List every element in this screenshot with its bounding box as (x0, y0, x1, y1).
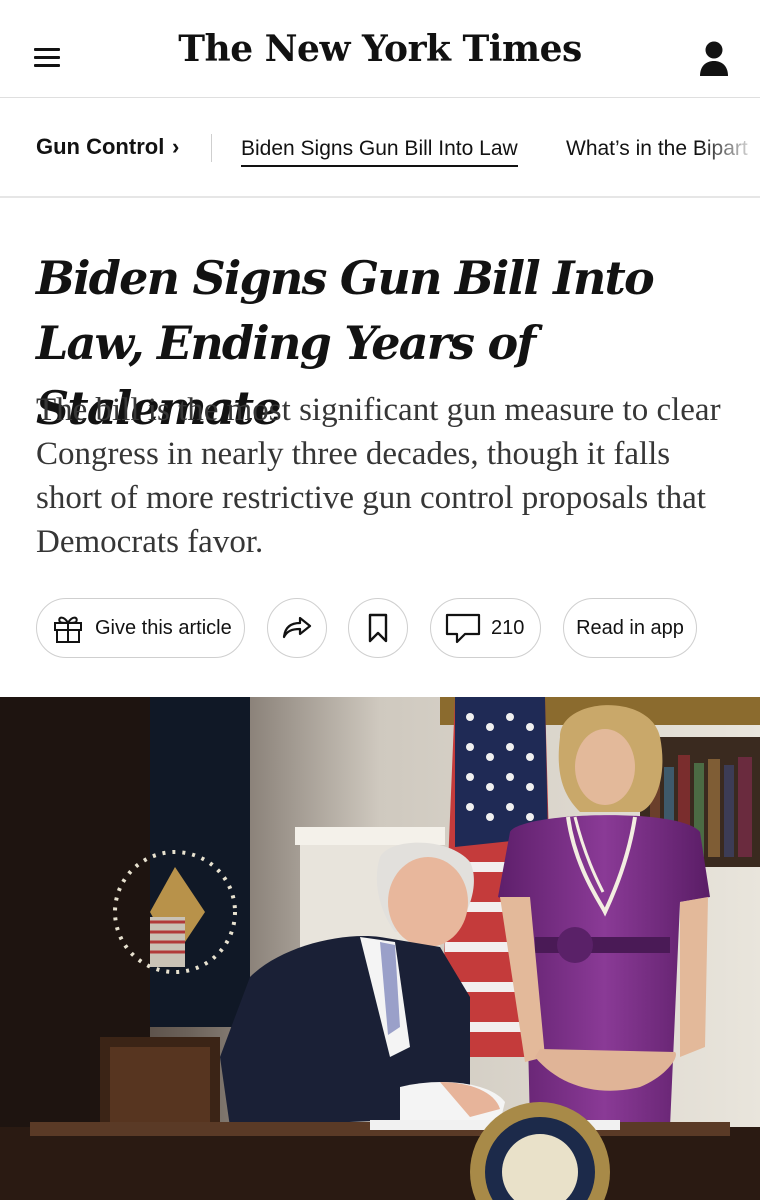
comment-bubble-icon (445, 613, 481, 644)
section-nav: Gun Control › Biden Signs Gun Bill Into … (0, 98, 760, 198)
user-account-icon[interactable] (698, 40, 730, 78)
bookmark-icon (368, 613, 388, 643)
comments-button[interactable]: 210 (430, 598, 541, 658)
gift-label: Give this article (95, 616, 232, 639)
chevron-right-icon: › (172, 134, 180, 159)
save-button[interactable] (348, 598, 408, 658)
masthead: The New York Times (0, 0, 760, 98)
share-button[interactable] (267, 598, 327, 658)
share-arrow-icon (282, 616, 312, 639)
section-kicker-link[interactable]: Gun Control (36, 134, 164, 160)
nyt-logo[interactable]: The New York Times (0, 28, 760, 70)
article-toolbar: Give this article 210 Read in app (0, 598, 760, 660)
read-in-app-label: Read in app (576, 616, 684, 639)
gift-article-button[interactable]: Give this article (36, 598, 245, 658)
gift-icon (54, 616, 82, 643)
read-in-app-button[interactable]: Read in app (563, 598, 697, 658)
nav-link-biden-signs[interactable]: Biden Signs Gun Bill Into Law (241, 137, 518, 167)
nav-divider (211, 134, 212, 162)
nav-fade (700, 98, 760, 196)
comments-count: 210 (491, 616, 525, 639)
lead-photo (0, 697, 760, 1200)
article-summary: The bill is the most significant gun mea… (36, 392, 721, 560)
